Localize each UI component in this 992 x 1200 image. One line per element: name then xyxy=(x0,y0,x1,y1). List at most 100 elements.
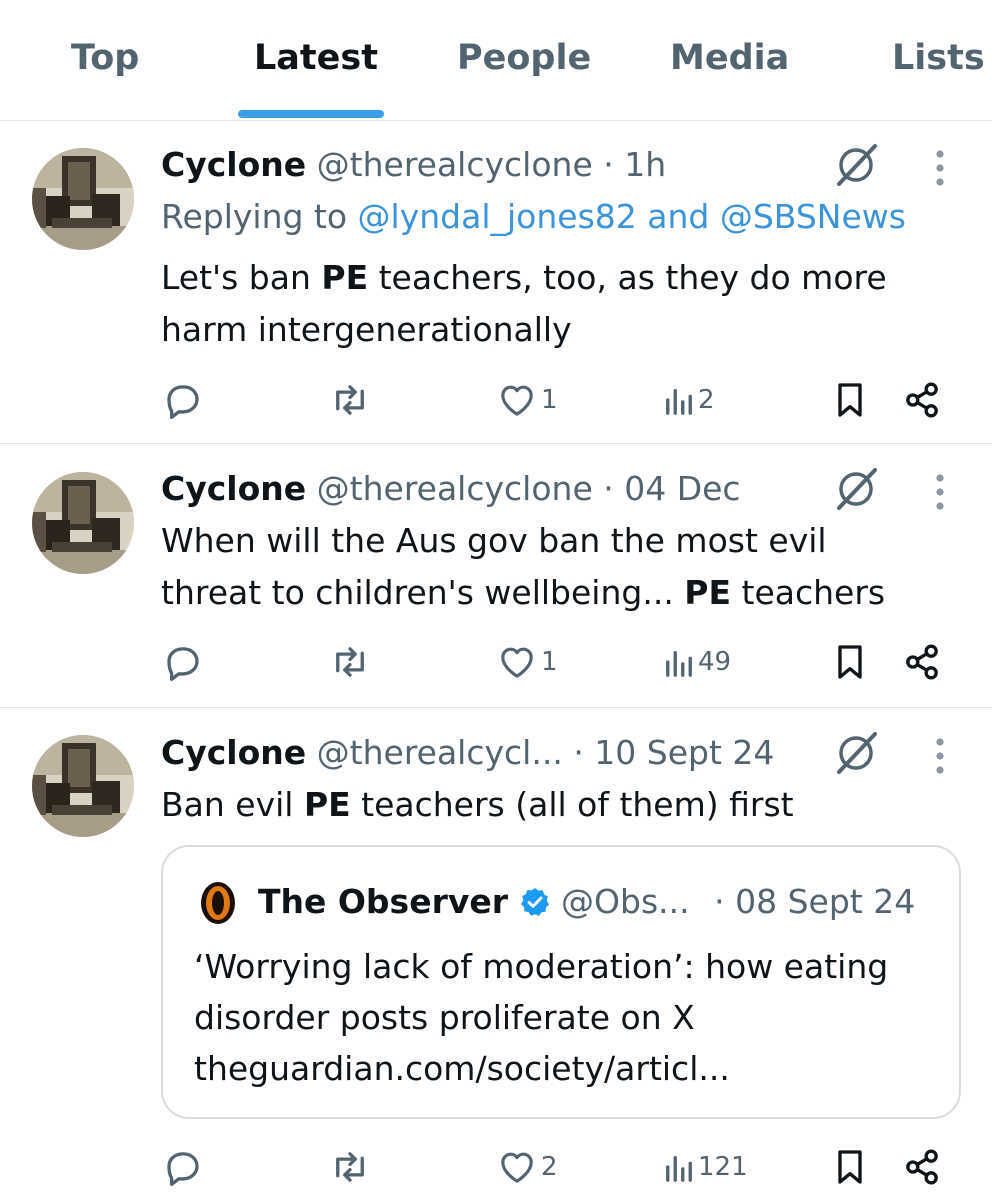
more-vertical-icon[interactable] xyxy=(933,736,947,776)
quoted-tweet-header: The Observer @Obs... · 08 Sept 24 xyxy=(258,881,915,923)
quoted-tweet-card[interactable]: The Observer @Obs... · 08 Sept 24 ‘Worry… xyxy=(161,845,961,1119)
text-segment: teachers (all of them) first xyxy=(350,785,794,824)
views-count: 121 xyxy=(698,1152,748,1182)
bookmark-icon xyxy=(838,1150,862,1184)
views-button[interactable]: 49 xyxy=(664,637,731,687)
more-vertical-icon[interactable] xyxy=(933,148,947,188)
highlighted-term: PE xyxy=(684,573,732,612)
grok-icon[interactable] xyxy=(833,730,879,776)
views-count: 49 xyxy=(698,647,732,677)
text-segment: Let's ban xyxy=(161,258,322,297)
tab-top[interactable]: Top xyxy=(71,38,139,78)
replying-and: and xyxy=(636,197,720,236)
author-handle[interactable]: @therealcyclone xyxy=(317,145,593,184)
quoted-author-name[interactable]: The Observer xyxy=(258,882,508,921)
reply-button[interactable] xyxy=(162,1142,204,1192)
like-button[interactable]: 1 xyxy=(497,637,558,687)
tweet-header: Cyclone @therealcyclone · 04 Dec xyxy=(161,469,741,509)
reply-button[interactable] xyxy=(162,637,204,687)
verified-badge-icon xyxy=(520,888,549,916)
like-count: 1 xyxy=(541,385,558,415)
bookmark-icon xyxy=(838,383,862,417)
avatar-image xyxy=(32,472,134,574)
tweet-time[interactable]: · 1h xyxy=(603,145,666,184)
text-segment: threat to children's wellbeing... xyxy=(161,573,685,612)
repost-button[interactable] xyxy=(328,375,372,425)
avatar[interactable] xyxy=(32,735,134,837)
repost-button[interactable] xyxy=(328,637,372,687)
tweet-actions: 1 2 xyxy=(160,375,960,425)
share-button[interactable] xyxy=(902,637,942,687)
quoted-link[interactable]: theguardian.com/society/articl... xyxy=(194,1043,888,1094)
tweet-text-line: Ban evil PE teachers (all of them) first xyxy=(161,785,794,825)
tweet-time[interactable]: · 04 Dec xyxy=(603,469,740,508)
more-vertical-icon[interactable] xyxy=(933,472,947,512)
tab-latest[interactable]: Latest xyxy=(254,38,378,78)
text-segment: harm intergenerationally xyxy=(161,310,572,349)
avatar[interactable] xyxy=(32,148,134,250)
tweet-text-line: When will the Aus gov ban the most evil xyxy=(161,521,827,561)
heart-icon xyxy=(501,1152,533,1183)
tab-media[interactable]: Media xyxy=(670,38,789,78)
like-button[interactable]: 2 xyxy=(497,1142,558,1192)
bookmark-button[interactable] xyxy=(832,375,868,425)
reply-icon xyxy=(167,647,199,681)
quoted-tweet-time[interactable]: · 08 Sept 24 xyxy=(714,882,915,921)
avatar-image xyxy=(32,148,134,250)
share-icon xyxy=(906,382,938,418)
quoted-author-handle[interactable]: @Obs... xyxy=(561,882,690,921)
tweet-actions: 2 121 xyxy=(160,1142,960,1192)
tab-people[interactable]: People xyxy=(457,38,591,78)
reply-button[interactable] xyxy=(162,375,204,425)
tweet-time[interactable]: · 10 Sept 24 xyxy=(573,733,774,772)
author-handle[interactable]: @therealcyclone xyxy=(317,469,593,508)
grok-icon[interactable] xyxy=(833,466,879,512)
tweet-text-line: threat to children's wellbeing... PE tea… xyxy=(161,573,885,613)
avatar-image xyxy=(32,735,134,837)
repost-icon xyxy=(336,1152,364,1182)
quoted-tweet-text: ‘Worrying lack of moderation’: how eatin… xyxy=(194,941,888,1094)
tweet-header: Cyclone @therealcyclone · 1h xyxy=(161,145,666,185)
tweet-text-line: Let's ban PE teachers, too, as they do m… xyxy=(161,258,887,298)
divider xyxy=(0,443,992,444)
mention-link[interactable]: @lyndal_jones82 xyxy=(358,197,637,236)
views-icon xyxy=(666,388,692,415)
tab-lists[interactable]: Lists xyxy=(892,38,985,78)
avatar[interactable] xyxy=(32,472,134,574)
quoted-text-line: ‘Worrying lack of moderation’: how eatin… xyxy=(194,947,889,986)
views-count: 2 xyxy=(698,385,715,415)
highlighted-term: PE xyxy=(303,785,351,824)
tweet-text-line: harm intergenerationally xyxy=(161,310,572,350)
replying-to: Replying to @lyndal_jones82 and @SBSNews xyxy=(161,197,906,237)
share-icon xyxy=(906,1149,938,1185)
text-segment: Ban evil xyxy=(161,785,304,824)
share-button[interactable] xyxy=(902,1142,942,1192)
bookmark-button[interactable] xyxy=(832,637,868,687)
views-button[interactable]: 121 xyxy=(664,1142,748,1192)
observer-logo-icon xyxy=(201,882,235,924)
text-segment: teachers, too, as they do more xyxy=(368,258,887,297)
like-button[interactable]: 1 xyxy=(497,375,558,425)
text-segment: When will the Aus gov ban the most evil xyxy=(161,521,827,560)
reply-icon xyxy=(167,1152,199,1186)
repost-button[interactable] xyxy=(328,1142,372,1192)
bookmark-button[interactable] xyxy=(832,1142,868,1192)
views-icon xyxy=(666,1155,692,1182)
author-name[interactable]: Cyclone xyxy=(161,469,306,508)
grok-icon[interactable] xyxy=(833,142,879,188)
mention-link[interactable]: @SBSNews xyxy=(720,197,906,236)
author-name[interactable]: Cyclone xyxy=(161,145,306,184)
heart-icon xyxy=(501,647,533,678)
like-count: 1 xyxy=(541,647,558,677)
repost-icon xyxy=(336,647,364,677)
text-segment: teachers xyxy=(731,573,886,612)
author-handle[interactable]: @therealcycl... xyxy=(317,733,563,772)
like-count: 2 xyxy=(541,1152,558,1182)
share-button[interactable] xyxy=(902,375,942,425)
quoted-text-line: disorder posts proliferate on X xyxy=(194,998,695,1037)
reply-icon xyxy=(167,385,199,419)
tweet-header: Cyclone @therealcycl... · 10 Sept 24 xyxy=(161,733,774,773)
views-button[interactable]: 2 xyxy=(664,375,715,425)
views-icon xyxy=(666,650,692,677)
author-name[interactable]: Cyclone xyxy=(161,733,306,772)
